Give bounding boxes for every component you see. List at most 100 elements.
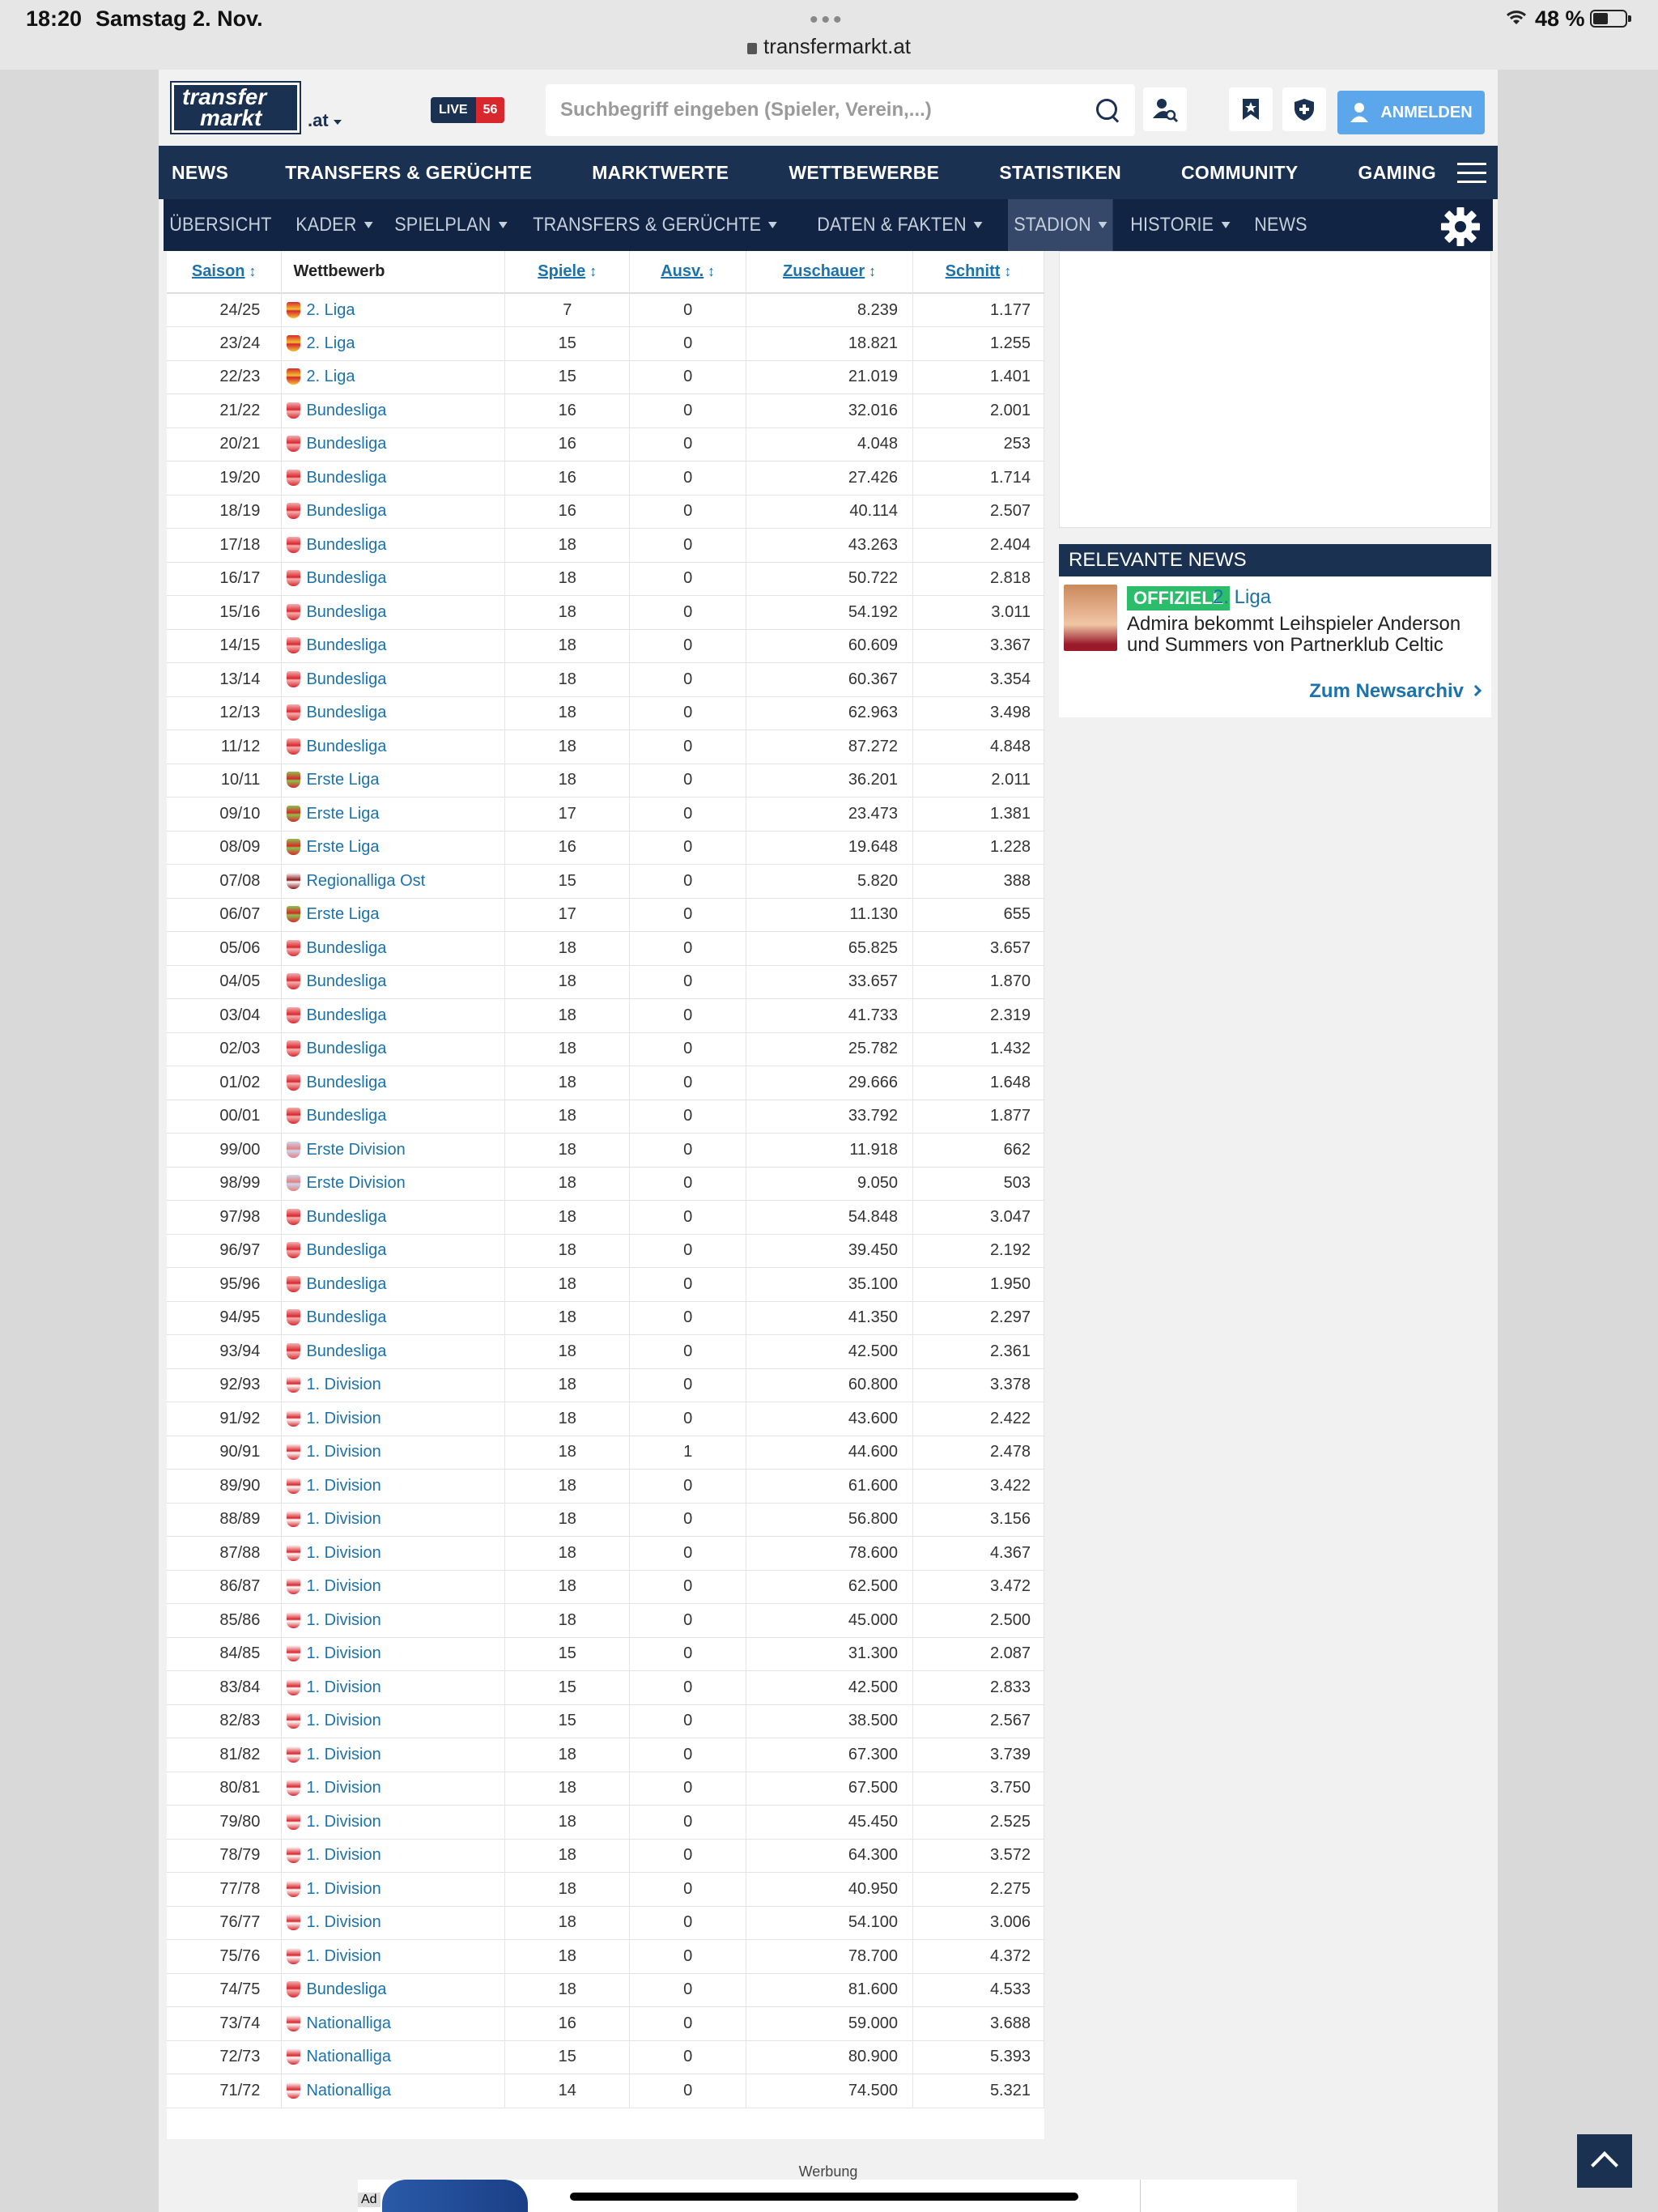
competition-link[interactable]: Erste Liga [306, 805, 379, 823]
competition-link[interactable]: Erste Liga [306, 838, 379, 856]
search-icon[interactable] [1095, 97, 1120, 123]
nav-transfers[interactable]: TRANSFERS & GERÜCHTE [272, 162, 545, 184]
competition-link[interactable]: Nationalliga [306, 2014, 391, 2032]
competition-link[interactable]: 1. Division [306, 1813, 380, 1831]
scroll-to-top-button[interactable] [1577, 2134, 1632, 2188]
player-search-button[interactable] [1143, 87, 1187, 131]
competition-link[interactable]: 1. Division [306, 1712, 380, 1729]
competition-link[interactable]: Nationalliga [306, 2082, 391, 2099]
competition-link[interactable]: 1. Division [306, 1376, 380, 1393]
competition-link[interactable]: 1. Division [306, 1746, 380, 1763]
competition-link[interactable]: Bundesliga [306, 1208, 386, 1226]
competition-link[interactable]: 1. Division [306, 1846, 380, 1864]
subnav-historie[interactable]: HISTORIE [1124, 199, 1235, 251]
nav-news[interactable]: NEWS [159, 162, 241, 184]
competition-link[interactable]: 2. Liga [306, 368, 355, 385]
competition-link[interactable]: Bundesliga [306, 704, 386, 721]
competition-link[interactable]: 1. Division [306, 1913, 380, 1931]
competition-link[interactable]: Erste Division [306, 1174, 405, 1192]
subnav-kader[interactable]: KADER [290, 199, 379, 251]
competition-link[interactable]: 1. Division [306, 1410, 380, 1427]
sort-games-link[interactable]: Spiele [538, 262, 585, 280]
competition-link[interactable]: Bundesliga [306, 1006, 386, 1024]
competition-link[interactable]: Bundesliga [306, 536, 386, 554]
competition-link[interactable]: 1. Division [306, 1644, 380, 1662]
gear-icon[interactable] [1439, 206, 1482, 248]
competition-link[interactable]: Nationalliga [306, 2048, 391, 2065]
competition-link[interactable]: Bundesliga [306, 972, 386, 990]
competition-link[interactable]: 1. Division [306, 1577, 380, 1595]
subnav-news[interactable]: NEWS [1248, 199, 1313, 251]
watchlist-button[interactable] [1229, 87, 1273, 131]
competition-link[interactable]: Regionalliga Ost [306, 872, 425, 890]
competition-link[interactable]: 1. Division [306, 1611, 380, 1629]
sort-spectators-link[interactable]: Zuschauer [783, 262, 865, 280]
competition-link[interactable]: Bundesliga [306, 435, 386, 453]
competition-link[interactable]: 1. Division [306, 1947, 380, 1965]
competition-link[interactable]: Bundesliga [306, 1241, 386, 1259]
sort-sold-out-link[interactable]: Ausv. [661, 262, 704, 280]
competition-link[interactable]: 1. Division [306, 1443, 380, 1461]
competition-link[interactable]: Bundesliga [306, 636, 386, 654]
competition-link[interactable]: Bundesliga [306, 502, 386, 520]
competition-link[interactable]: 1. Division [306, 1880, 380, 1898]
header-sold-out[interactable]: Ausv. ↕ [629, 251, 747, 294]
competition-link[interactable]: Bundesliga [306, 1074, 386, 1091]
competition-link[interactable]: 2. Liga [306, 301, 355, 319]
nav-community[interactable]: COMMUNITY [1168, 162, 1312, 184]
chevron-down-icon [1099, 222, 1107, 228]
competition-link[interactable]: Bundesliga [306, 469, 386, 487]
competition-link[interactable]: Bundesliga [306, 1040, 386, 1057]
competition-link[interactable]: Bundesliga [306, 603, 386, 621]
login-button[interactable]: ANMELDEN [1337, 91, 1485, 134]
nav-marktwerte[interactable]: MARKTWERTE [579, 162, 742, 184]
bottom-ad-banner[interactable]: Ad [358, 2180, 1297, 2212]
sort-average-link[interactable]: Schnitt [946, 262, 1001, 280]
competition-link[interactable]: Bundesliga [306, 569, 386, 587]
subnav-daten-fakten[interactable]: DATEN & FAKTEN [811, 199, 988, 251]
news-archive-link[interactable]: Zum Newsarchiv [1309, 680, 1482, 703]
nav-statistiken[interactable]: STATISTIKEN [986, 162, 1134, 184]
competition-link[interactable]: Erste Division [306, 1141, 405, 1159]
competition-link[interactable]: Erste Liga [306, 905, 379, 923]
news-league-link[interactable]: 2. Liga [1213, 586, 1271, 609]
competition-link[interactable]: Bundesliga [306, 939, 386, 957]
competition-link[interactable]: Bundesliga [306, 402, 386, 419]
competition-link[interactable]: 1. Division [306, 1544, 380, 1562]
search-input[interactable] [560, 99, 1095, 121]
competition-link[interactable]: 1. Division [306, 1510, 380, 1528]
live-button[interactable]: LIVE 56 [431, 97, 505, 123]
header-spectators[interactable]: Zuschauer ↕ [746, 251, 914, 294]
competition-link[interactable]: 2. Liga [306, 334, 355, 352]
competition-link[interactable]: Bundesliga [306, 670, 386, 688]
subnav-uebersicht[interactable]: ÜBERSICHT [164, 199, 278, 251]
competition-link[interactable]: Bundesliga [306, 1308, 386, 1326]
nav-gaming[interactable]: GAMING [1346, 162, 1449, 184]
competition-link[interactable]: Bundesliga [306, 1275, 386, 1293]
subnav-stadion[interactable]: STADION [1008, 199, 1114, 251]
sort-icon: ↕ [869, 263, 877, 279]
competition-link[interactable]: 1. Division [306, 1779, 380, 1797]
competition-link[interactable]: 1. Division [306, 1477, 380, 1495]
competition-link[interactable]: Bundesliga [306, 738, 386, 755]
shield-button[interactable] [1282, 87, 1326, 131]
news-title[interactable]: Admira bekommt Leihspieler Anderson und … [1127, 614, 1483, 656]
competition-link[interactable]: Bundesliga [306, 1342, 386, 1360]
subnav-transfers[interactable]: TRANSFERS & GERÜCHTE [527, 199, 783, 251]
news-item[interactable]: OFFIZIELL 2. Liga Admira bekommt Leihspi… [1059, 576, 1491, 657]
sort-season-link[interactable]: Saison [192, 262, 245, 280]
header-average[interactable]: Schnitt ↕ [912, 251, 1044, 294]
competition-link[interactable]: Erste Liga [306, 771, 379, 789]
subnav-spielplan[interactable]: SPIELPLAN [389, 199, 512, 251]
nav-wettbewerbe[interactable]: WETTBEWERBE [776, 162, 952, 184]
more-dots-icon[interactable]: ••• [810, 6, 845, 34]
header-season[interactable]: Saison ↕ [167, 251, 283, 294]
address-bar[interactable]: transfermarkt.at [0, 34, 1658, 59]
competition-link[interactable]: 1. Division [306, 1678, 380, 1696]
competition-link[interactable]: Bundesliga [306, 1980, 386, 1998]
site-logo[interactable]: transfer markt [170, 81, 301, 134]
competition-link[interactable]: Bundesliga [306, 1107, 386, 1125]
hamburger-menu-icon[interactable] [1457, 159, 1486, 185]
domain-selector[interactable]: .at [308, 110, 342, 131]
header-games[interactable]: Spiele ↕ [504, 251, 631, 294]
